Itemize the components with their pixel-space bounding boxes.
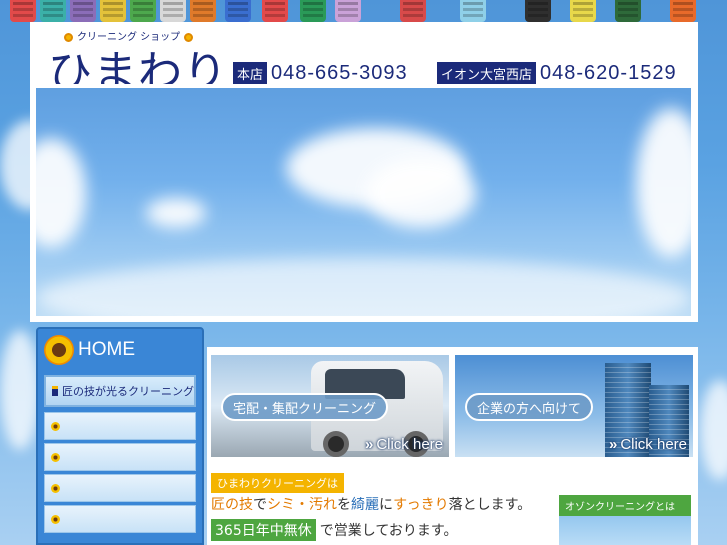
sunflower-bullet-icon <box>51 421 60 431</box>
cloth-icon <box>300 0 326 22</box>
open-year-round-badge: 365日年中無休 <box>211 519 316 541</box>
banner-corporate[interactable]: 企業の方へ向けて » Click here <box>455 355 693 457</box>
phone-number[interactable]: 048-665-3093 <box>271 62 408 85</box>
intro-text: すっきり <box>393 497 449 513</box>
intro-line-2: 365日年中無休 で営業しております。 <box>211 519 458 541</box>
hero-cloud <box>146 198 206 228</box>
hero-cloud <box>366 158 476 228</box>
click-here-text: Click here <box>376 436 443 453</box>
store-tag: 本店 <box>233 62 268 85</box>
sidebar-home-link[interactable]: HOME <box>44 335 135 365</box>
intro-text: 匠の技 <box>211 497 253 513</box>
bg-cloud <box>700 380 727 480</box>
banner-delivery-cleaning[interactable]: 宅配・集配クリーニング » Click here <box>211 355 449 457</box>
cloth-icon <box>10 0 36 22</box>
cloth-icon <box>40 0 66 22</box>
intro-text: 落とします。 <box>448 497 532 513</box>
laundry-strip <box>0 0 727 22</box>
cloth-icon <box>130 0 156 22</box>
sunflower-icon <box>44 335 74 365</box>
bullet-icon <box>52 386 58 396</box>
sunflower-bullet-icon <box>51 483 60 493</box>
intro-line-1: 匠の技でシミ・汚れを綺麗にすっきり落とします。 <box>211 494 531 514</box>
site-header: クリーニング ショップ ひまわり 本店 048-665-3093 イオン大宮西店… <box>30 22 698 98</box>
sunflower-bullet-icon <box>51 514 60 524</box>
phone-number[interactable]: 048-620-1529 <box>540 62 677 85</box>
cloth-icon <box>70 0 96 22</box>
sidebar-item[interactable] <box>44 443 196 471</box>
click-here-link[interactable]: » Click here <box>365 436 443 453</box>
double-chevron-icon: » <box>364 436 374 453</box>
sidebar-item[interactable] <box>44 505 196 533</box>
intro-text: シミ・汚れ <box>267 497 337 513</box>
cloth-icon <box>335 0 361 22</box>
cloth-icon <box>225 0 251 22</box>
ozone-title: オゾンクリーニングとは <box>559 495 691 516</box>
sidebar-item[interactable] <box>44 474 196 502</box>
cloth-icon <box>460 0 486 22</box>
intro-text: に <box>379 497 394 513</box>
cloth-icon <box>190 0 216 22</box>
bg-cloud <box>0 330 40 450</box>
intro-text: で <box>253 497 267 513</box>
sidebar-nav: HOME 匠の技が光るクリーニング <box>36 327 204 545</box>
main-content: 宅配・集配クリーニング » Click here 企業の方へ向けて » Click … <box>207 347 698 545</box>
intro-text: で営業しております。 <box>319 523 458 539</box>
cloth-icon <box>400 0 426 22</box>
cloth-icon <box>262 0 288 22</box>
ozone-cleaning-link[interactable]: オゾンクリーニングとは <box>559 495 691 545</box>
hero-cloud <box>36 258 691 316</box>
sidebar-item-label: 匠の技が光るクリーニング <box>62 385 194 398</box>
double-chevron-icon: » <box>608 436 618 453</box>
hero-frame <box>30 84 698 322</box>
intro-text: を <box>337 497 351 513</box>
home-label: HOME <box>78 339 135 360</box>
sidebar-menu: 匠の技が光るクリーニング <box>44 375 196 536</box>
hero-sky-image <box>36 88 691 316</box>
sidebar-item-craftsmanship[interactable]: 匠の技が光るクリーニング <box>44 375 196 407</box>
store-tag: イオン大宮西店 <box>437 62 537 85</box>
sidebar-item[interactable] <box>44 412 196 440</box>
intro-tag: ひまわりクリーニングは <box>211 473 344 493</box>
cloth-icon <box>160 0 186 22</box>
hero-cloud <box>36 138 86 248</box>
truck-wheel <box>323 431 349 457</box>
cloth-icon <box>670 0 696 22</box>
phone-aeon-store: イオン大宮西店 048-620-1529 <box>437 62 677 85</box>
click-here-text: Click here <box>620 436 687 453</box>
site-logo[interactable]: クリーニング ショップ ひまわり <box>48 28 248 98</box>
intro-text: 綺麗 <box>351 497 379 513</box>
cloth-icon <box>615 0 641 22</box>
cloth-icon <box>525 0 551 22</box>
hero-cloud <box>636 108 691 258</box>
banner-label: 企業の方へ向けて <box>465 393 594 421</box>
sunflower-bullet-icon <box>51 452 60 462</box>
banner-label: 宅配・集配クリーニング <box>221 393 389 421</box>
phone-main-store: 本店 048-665-3093 <box>233 62 408 85</box>
click-here-link[interactable]: » Click here <box>609 436 687 453</box>
cloth-icon <box>100 0 126 22</box>
cloth-icon <box>570 0 596 22</box>
